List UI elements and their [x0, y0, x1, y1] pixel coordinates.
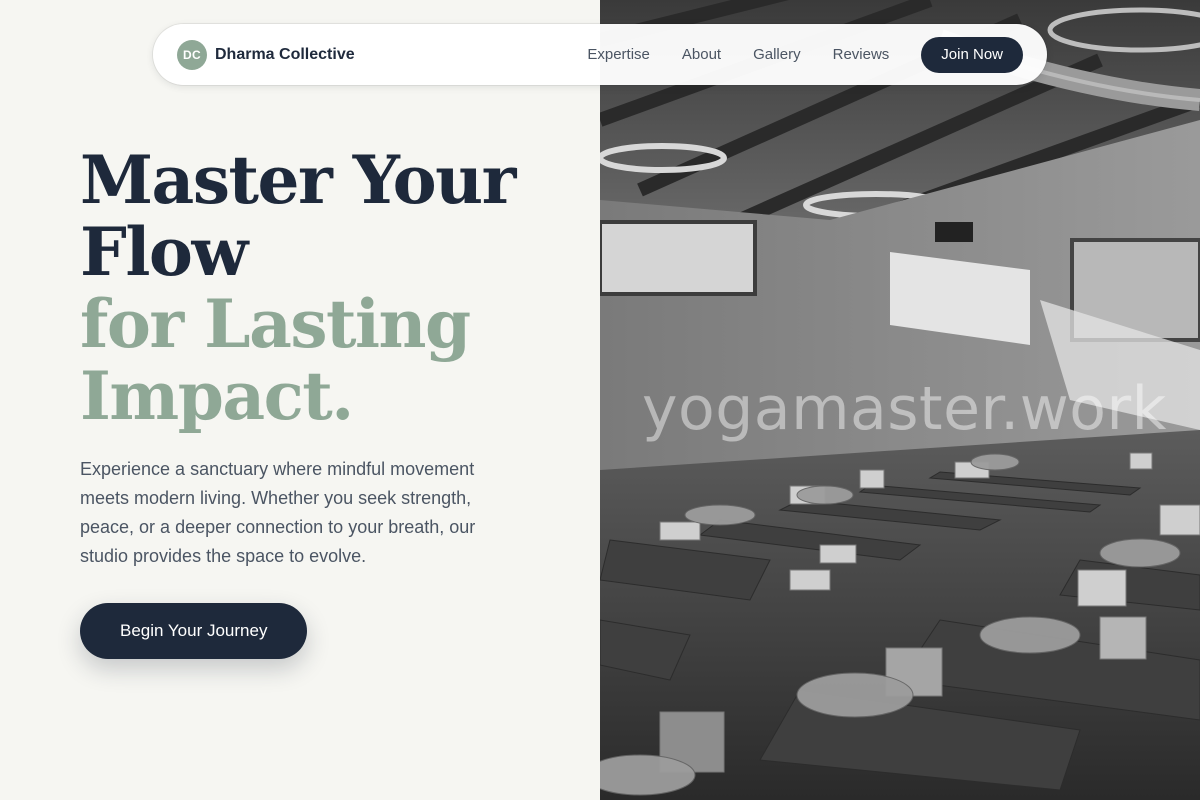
nav-link-expertise[interactable]: Expertise: [587, 46, 650, 63]
logo-badge[interactable]: DC: [177, 39, 207, 70]
watermark-text: yogamaster.work: [642, 374, 1167, 444]
hero-title-line-1: Master Your: [80, 141, 516, 219]
navbar: DC Dharma Collective Expertise About Gal…: [153, 24, 1047, 85]
hero-title-line-4: Impact.: [80, 357, 354, 435]
hero-title-line-3: for Lasting: [80, 285, 471, 363]
hero-title-line-2: Flow: [80, 213, 248, 291]
nav-link-about[interactable]: About: [682, 46, 721, 63]
begin-journey-button[interactable]: Begin Your Journey: [80, 603, 308, 659]
nav-links: Expertise About Gallery Reviews Join Now: [587, 36, 1023, 73]
brand-name[interactable]: Dharma Collective: [215, 46, 355, 64]
brand[interactable]: DC Dharma Collective: [177, 39, 355, 70]
landing-page: yogamaster.work DC Dharma Collective Exp…: [0, 0, 1200, 800]
nav-link-gallery[interactable]: Gallery: [753, 46, 801, 63]
hero-description: Experience a sanctuary where mindful mov…: [80, 459, 476, 566]
join-now-button[interactable]: Join Now: [921, 36, 1023, 73]
hero-title: Master Your Flow for Lasting Impact.: [80, 141, 516, 435]
nav-link-reviews[interactable]: Reviews: [833, 46, 890, 63]
